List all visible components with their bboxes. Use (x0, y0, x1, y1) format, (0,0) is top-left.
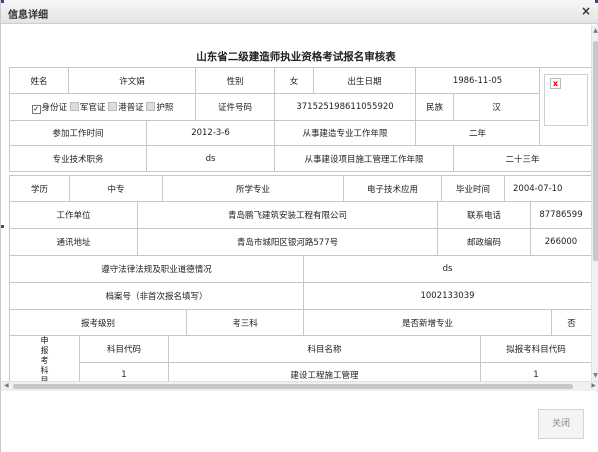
mgmt-years-label: 从事建设项目施工管理工作年限 (274, 145, 455, 172)
exam-level-value: 考三科 (186, 309, 304, 336)
years-label: 从事建造专业工作年限 (274, 120, 417, 146)
new-major-value: 否 (551, 309, 591, 336)
table-row: 遵守法律法规及职业道德情况 ds (9, 255, 591, 283)
gender-value: 女 (274, 67, 315, 94)
phone-value: 87786599 (530, 201, 591, 229)
id-type-cell: ✓ 身份证 军官证 港普证 护照 (8, 93, 197, 121)
scroll-right-icon[interactable]: ▶ (591, 382, 596, 389)
applicant-info-table: 姓名 许文娟 性别 女 出生日期 1986-11-05 x ✓ 身份证 军官证 港… (8, 67, 592, 172)
major-label: 所学专业 (161, 175, 345, 202)
checkbox-hk-card[interactable] (108, 101, 118, 111)
checkbox-passport[interactable] (146, 101, 156, 111)
education-table: 学历 中专 所学专业 电子技术应用 毕业时间 2004-07-10 (9, 175, 591, 202)
scroll-left-icon[interactable]: ◀ (4, 382, 9, 389)
resize-handle-top-left[interactable] (1, 0, 4, 3)
subjects-table: 申报考科目 科目代码 科目名称 拟报考科目代码 1 建设工程施工管理 1 (9, 335, 591, 381)
name-value: 许文娟 (67, 67, 197, 94)
horizontal-scrollbar[interactable]: ◀ ▶ (1, 381, 598, 391)
birth-value: 1986-11-05 (415, 67, 541, 94)
horizontal-scroll-thumb[interactable] (13, 384, 573, 389)
graduation-label: 毕业时间 (441, 175, 506, 202)
zip-value: 266000 (530, 228, 591, 256)
law-compliance-label: 遵守法律法规及职业道德情况 (9, 255, 304, 283)
ethnic-value: 汉 (453, 93, 541, 121)
table-row: ✓ 身份证 军官证 港普证 护照 证件号码 371525198611055920 … (8, 93, 592, 121)
photo-cell: x (539, 67, 591, 146)
info-detail-dialog: 信息详细 × 山东省二级建造师执业资格考试报名审核表 姓名 许文娟 性别 女 出… (0, 0, 598, 452)
years-value: 二年 (415, 120, 541, 146)
scroll-down-icon[interactable]: ▼ (592, 372, 598, 379)
title-value: ds (145, 145, 276, 172)
law-compliance-value: ds (303, 255, 591, 283)
address-value: 青岛市城阳区银河路577号 (137, 228, 438, 256)
vertical-scroll-thumb[interactable] (593, 41, 598, 261)
dialog-content: 山东省二级建造师执业资格考试报名审核表 姓名 许文娟 性别 女 出生日期 198… (1, 25, 591, 381)
id-type-label: 港普证 (118, 102, 144, 113)
id-type-label: 护照 (156, 102, 174, 113)
major-value: 电子技术应用 (343, 175, 443, 202)
table-row: 学历 中专 所学专业 电子技术应用 毕业时间 2004-07-10 (9, 175, 591, 202)
table-row: 1 建设工程施工管理 1 (10, 361, 591, 381)
dialog-title: 信息详细 (8, 10, 48, 21)
records-table: 遵守法律法规及职业道德情况 ds 档案号（非首次报名填写） 1002133039 (9, 255, 591, 310)
cert-label: 证件号码 (195, 93, 276, 121)
close-icon[interactable]: × (581, 4, 591, 18)
birth-label: 出生日期 (313, 67, 417, 94)
checkbox-officer-card[interactable] (69, 101, 79, 111)
zip-label: 邮政编码 (437, 228, 531, 256)
table-row: 申报考科目 科目代码 科目名称 拟报考科目代码 (9, 335, 591, 381)
mgmt-years-value: 二十三年 (453, 145, 591, 172)
address-label: 通讯地址 (9, 228, 138, 256)
file-number-value: 1002133039 (303, 282, 591, 310)
subject-code-value: 1 (79, 361, 169, 381)
ethnic-label: 民族 (415, 93, 455, 121)
contact-table: 工作单位 青岛鹏飞建筑安装工程有限公司 联系电话 87786599 通讯地址 青… (9, 201, 591, 256)
checkbox-id-card[interactable]: ✓ (31, 104, 41, 114)
education-label: 学历 (9, 175, 70, 202)
subject-name-header: 科目名称 (168, 335, 481, 363)
exam-level-label: 报考级别 (9, 309, 187, 336)
id-type-label: 身份证 (41, 102, 68, 113)
gender-label: 性别 (195, 67, 276, 94)
table-row: 报考级别 考三科 是否新增专业 否 (9, 309, 591, 336)
vertical-scrollbar[interactable]: ▲ ▼ (591, 25, 598, 381)
table-row: 姓名 许文娟 性别 女 出生日期 1986-11-05 x (9, 67, 591, 146)
employer-label: 工作单位 (9, 201, 138, 229)
scroll-up-icon[interactable]: ▲ (592, 27, 598, 34)
form-title: 山东省二级建造师执业资格考试报名审核表 (196, 51, 396, 63)
phone-label: 联系电话 (437, 201, 531, 229)
table-row: 参加工作时间 2012-3-6 从事建造专业工作年限 二年 (9, 120, 592, 146)
planned-code-header: 拟报考科目代码 (480, 335, 591, 363)
title-label: 专业技术职务 (9, 145, 147, 172)
new-major-label: 是否新增专业 (303, 309, 552, 336)
subject-code-header: 科目代码 (79, 335, 169, 363)
table-row: 档案号（非首次报名填写） 1002133039 (9, 282, 591, 310)
work-start-value: 2012-3-6 (145, 120, 276, 146)
table-row: 专业技术职务 ds 从事建设项目施工管理工作年限 二十三年 (9, 145, 591, 172)
subject-name-value: 建设工程施工管理 (168, 361, 481, 381)
file-number-label: 档案号（非首次报名填写） (9, 282, 304, 310)
dialog-titlebar[interactable]: 信息详细 × (1, 0, 598, 24)
subjects-side-label: 申报考科目 (9, 335, 80, 381)
id-type-label: 军官证 (79, 102, 106, 113)
work-start-label: 参加工作时间 (9, 120, 147, 146)
table-row: 通讯地址 青岛市城阳区银河路577号 邮政编码 266000 (9, 228, 591, 256)
planned-code-value: 1 (480, 361, 591, 381)
employer-value: 青岛鹏飞建筑安装工程有限公司 (137, 201, 438, 229)
name-label: 姓名 (9, 67, 69, 94)
cert-value: 371525198611055920 (274, 93, 417, 121)
close-button[interactable]: 关闭 (538, 409, 584, 439)
exam-level-table: 报考级别 考三科 是否新增专业 否 (9, 309, 591, 336)
dialog-footer: 关闭 (1, 392, 598, 452)
table-row: 工作单位 青岛鹏飞建筑安装工程有限公司 联系电话 87786599 (9, 201, 591, 229)
graduation-value: 2004-07-10 (504, 175, 591, 202)
education-value: 中专 (69, 175, 163, 202)
applicant-photo: x (544, 74, 589, 126)
broken-image-icon: x (550, 78, 562, 89)
